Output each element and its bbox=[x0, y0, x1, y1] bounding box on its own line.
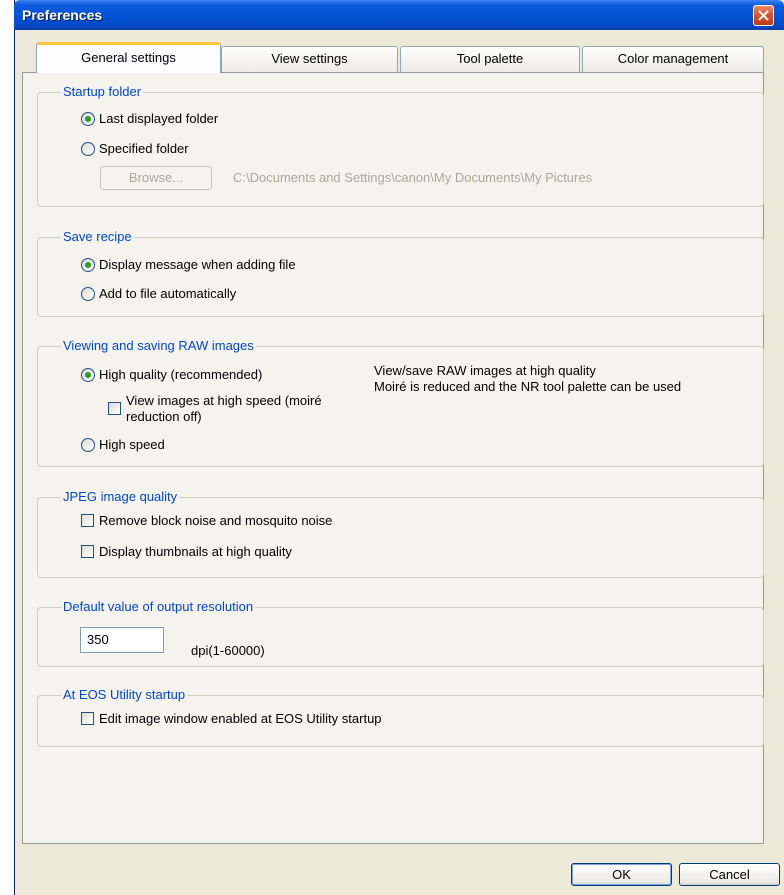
startup-folder-legend: Startup folder bbox=[61, 84, 144, 100]
last-displayed-folder-label: Last displayed folder bbox=[99, 111, 219, 126]
jpeg-legend: JPEG image quality bbox=[61, 489, 180, 505]
resolution-unit-label: dpi(1-60000) bbox=[191, 643, 265, 658]
tab-general-settings[interactable]: General settings bbox=[36, 42, 221, 73]
remove-noise-checkbox[interactable] bbox=[81, 514, 94, 527]
raw-description-line1: View/save RAW images at high quality bbox=[374, 363, 596, 378]
last-displayed-folder-radio[interactable] bbox=[81, 112, 95, 126]
thumbnails-checkbox[interactable] bbox=[81, 545, 94, 558]
output-resolution-legend: Default value of output resolution bbox=[61, 599, 256, 615]
raw-images-legend: Viewing and saving RAW images bbox=[61, 338, 256, 354]
edit-window-checkbox[interactable] bbox=[81, 712, 94, 725]
display-message-label: Display message when adding file bbox=[99, 257, 296, 272]
tab-tool-palette[interactable]: Tool palette bbox=[400, 46, 580, 72]
high-quality-radio[interactable] bbox=[81, 368, 95, 382]
ok-button[interactable]: OK bbox=[571, 863, 672, 886]
specified-folder-path: C:\Documents and Settings\canon\My Docum… bbox=[233, 170, 593, 185]
add-automatically-radio[interactable] bbox=[81, 287, 95, 301]
window-title: Preferences bbox=[22, 7, 103, 23]
browse-button: Browse... bbox=[100, 166, 212, 190]
specified-folder-radio[interactable] bbox=[81, 142, 95, 156]
close-button[interactable] bbox=[753, 5, 774, 26]
cancel-button[interactable]: Cancel bbox=[679, 863, 780, 886]
high-quality-label: High quality (recommended) bbox=[99, 367, 263, 382]
eos-utility-legend: At EOS Utility startup bbox=[61, 687, 188, 703]
specified-folder-label: Specified folder bbox=[99, 141, 189, 156]
raw-description-line2: Moiré is reduced and the NR tool palette… bbox=[374, 379, 682, 394]
save-recipe-legend: Save recipe bbox=[61, 229, 134, 245]
resolution-input[interactable]: 350 bbox=[80, 627, 164, 653]
high-speed-label: High speed bbox=[99, 437, 165, 452]
title-bar[interactable]: Preferences bbox=[14, 0, 784, 30]
high-speed-radio[interactable] bbox=[81, 438, 95, 452]
remove-noise-label: Remove block noise and mosquito noise bbox=[99, 513, 333, 528]
save-recipe-group bbox=[37, 237, 764, 317]
tab-color-management[interactable]: Color management bbox=[582, 46, 764, 72]
jpeg-group bbox=[37, 497, 764, 578]
high-speed-view-label-line2: reduction off) bbox=[126, 409, 202, 424]
close-icon bbox=[758, 10, 769, 21]
edit-window-label: Edit image window enabled at EOS Utility… bbox=[99, 711, 382, 726]
tab-view-settings[interactable]: View settings bbox=[221, 46, 398, 72]
display-message-radio[interactable] bbox=[81, 258, 95, 272]
add-automatically-label: Add to file automatically bbox=[99, 286, 237, 301]
high-speed-view-label-line1: View images at high speed (moiré bbox=[126, 393, 322, 408]
high-speed-view-checkbox[interactable] bbox=[108, 402, 121, 415]
thumbnails-label: Display thumbnails at high quality bbox=[99, 544, 292, 559]
